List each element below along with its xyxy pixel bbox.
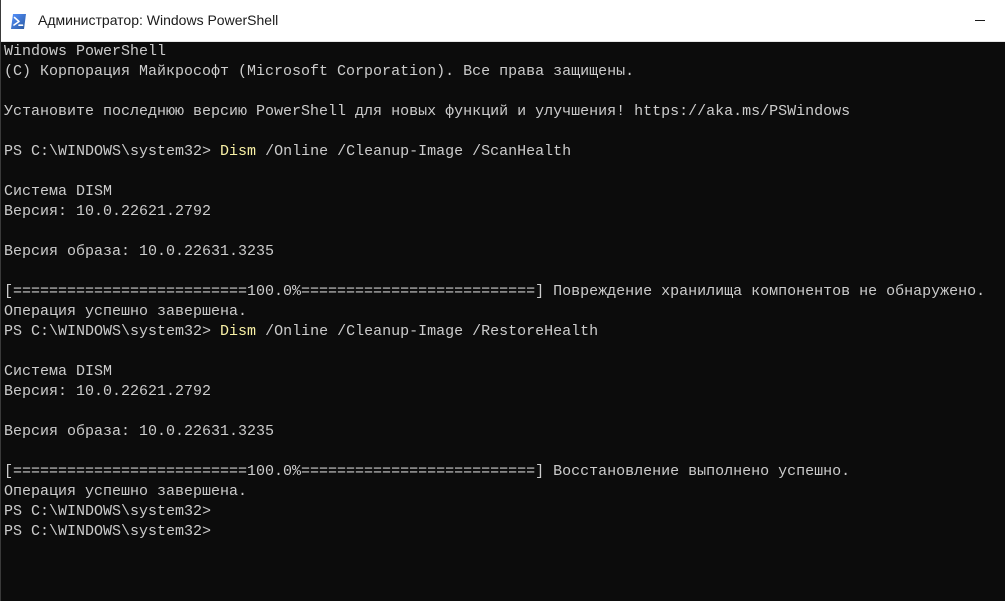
output-text: Установите последнюю версию PowerShell д… <box>4 103 851 120</box>
console-line: [==========================100.0%=======… <box>4 462 1004 482</box>
console-line: Версия образа: 10.0.22631.3235 <box>4 242 1004 262</box>
console-line: PS C:\WINDOWS\system32> Dism /Online /Cl… <box>4 142 1004 162</box>
powershell-window: Администратор: Windows PowerShell Window… <box>0 0 1005 601</box>
window-title: Администратор: Windows PowerShell <box>38 12 279 28</box>
console-line: Система DISM <box>4 182 1004 202</box>
command-name: Dism <box>220 323 257 340</box>
output-text: Версия образа: 10.0.22631.3235 <box>4 243 275 260</box>
minimize-icon <box>975 20 985 21</box>
console-line: PS C:\WINDOWS\system32> <box>4 522 1004 542</box>
console-line: Система DISM <box>4 362 1004 382</box>
output-text: Версия образа: 10.0.22631.3235 <box>4 423 275 440</box>
prompt-text: PS C:\WINDOWS\system32> <box>4 323 221 340</box>
title-bar[interactable]: Администратор: Windows PowerShell <box>1 0 1005 42</box>
console-line: Операция успешно завершена. <box>4 482 1004 502</box>
prompt-text: PS C:\WINDOWS\system32> <box>4 143 221 160</box>
console-line: (C) Корпорация Майкрософт (Microsoft Cor… <box>4 62 1004 82</box>
console-line: [==========================100.0%=======… <box>4 282 1004 302</box>
output-text: Операция успешно завершена. <box>4 303 248 320</box>
output-text: Система DISM <box>4 363 113 380</box>
console-line: Версия: 10.0.22621.2792 <box>4 382 1004 402</box>
command-arguments: /Online /Cleanup-Image /RestoreHealth <box>256 323 599 340</box>
console-line: Версия: 10.0.22621.2792 <box>4 202 1004 222</box>
console-line: Версия образа: 10.0.22631.3235 <box>4 422 1004 442</box>
output-text: [==========================100.0%=======… <box>4 283 986 300</box>
output-text: PS C:\WINDOWS\system32> <box>4 503 212 520</box>
console-line: Операция успешно завершена. <box>4 302 1004 322</box>
output-text: [==========================100.0%=======… <box>4 463 851 480</box>
console-line: PS C:\WINDOWS\system32> Dism /Online /Cl… <box>4 322 1004 342</box>
minimize-button[interactable] <box>936 0 1005 42</box>
output-text: Версия: 10.0.22621.2792 <box>4 203 212 220</box>
output-text: Windows PowerShell <box>4 43 167 60</box>
console-line: PS C:\WINDOWS\system32> <box>4 502 1004 522</box>
console-line: Установите последнюю версию PowerShell д… <box>4 102 1004 122</box>
output-text: (C) Корпорация Майкрософт (Microsoft Cor… <box>4 63 635 80</box>
console-line: Windows PowerShell <box>4 42 1004 62</box>
output-text: Версия: 10.0.22621.2792 <box>4 383 212 400</box>
output-text: PS C:\WINDOWS\system32> <box>4 523 212 540</box>
command-arguments: /Online /Cleanup-Image /ScanHealth <box>256 143 572 160</box>
console-output[interactable]: Windows PowerShell (C) Корпорация Майкрос… <box>4 42 1004 597</box>
command-name: Dism <box>220 143 257 160</box>
output-text: Система DISM <box>4 183 113 200</box>
powershell-icon <box>11 14 26 29</box>
output-text: Операция успешно завершена. <box>4 483 248 500</box>
